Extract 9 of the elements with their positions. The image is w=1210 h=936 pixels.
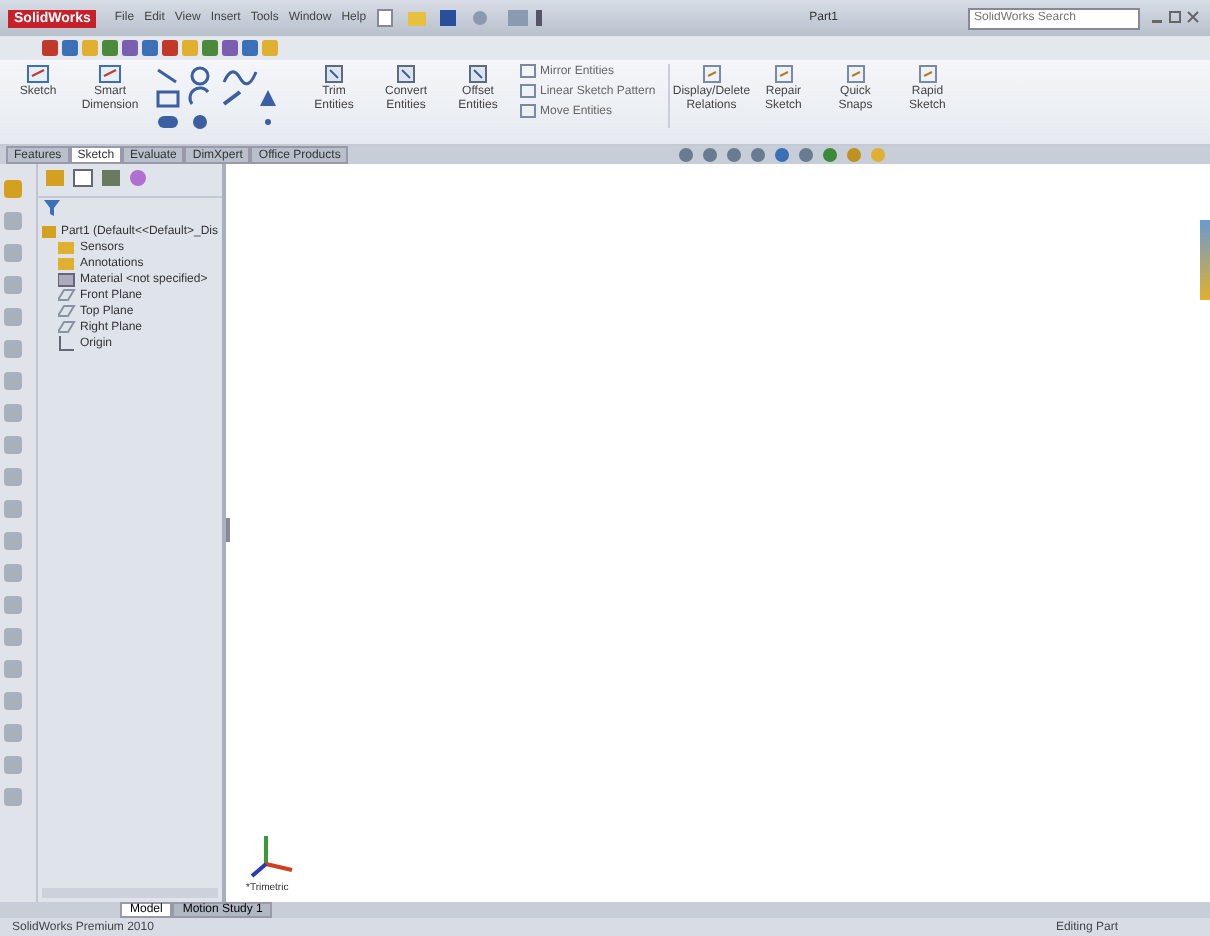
part-icon — [42, 224, 57, 240]
origin-icon — [58, 336, 76, 352]
material-icon — [58, 272, 76, 288]
toolbar-icons[interactable] — [40, 38, 280, 58]
sketch-icon — [26, 64, 50, 84]
window-controls-icon[interactable] — [1150, 10, 1202, 26]
sketch-icon — [98, 64, 122, 84]
axis-triad-drawing — [246, 830, 298, 882]
filter-icon[interactable] — [44, 200, 60, 216]
